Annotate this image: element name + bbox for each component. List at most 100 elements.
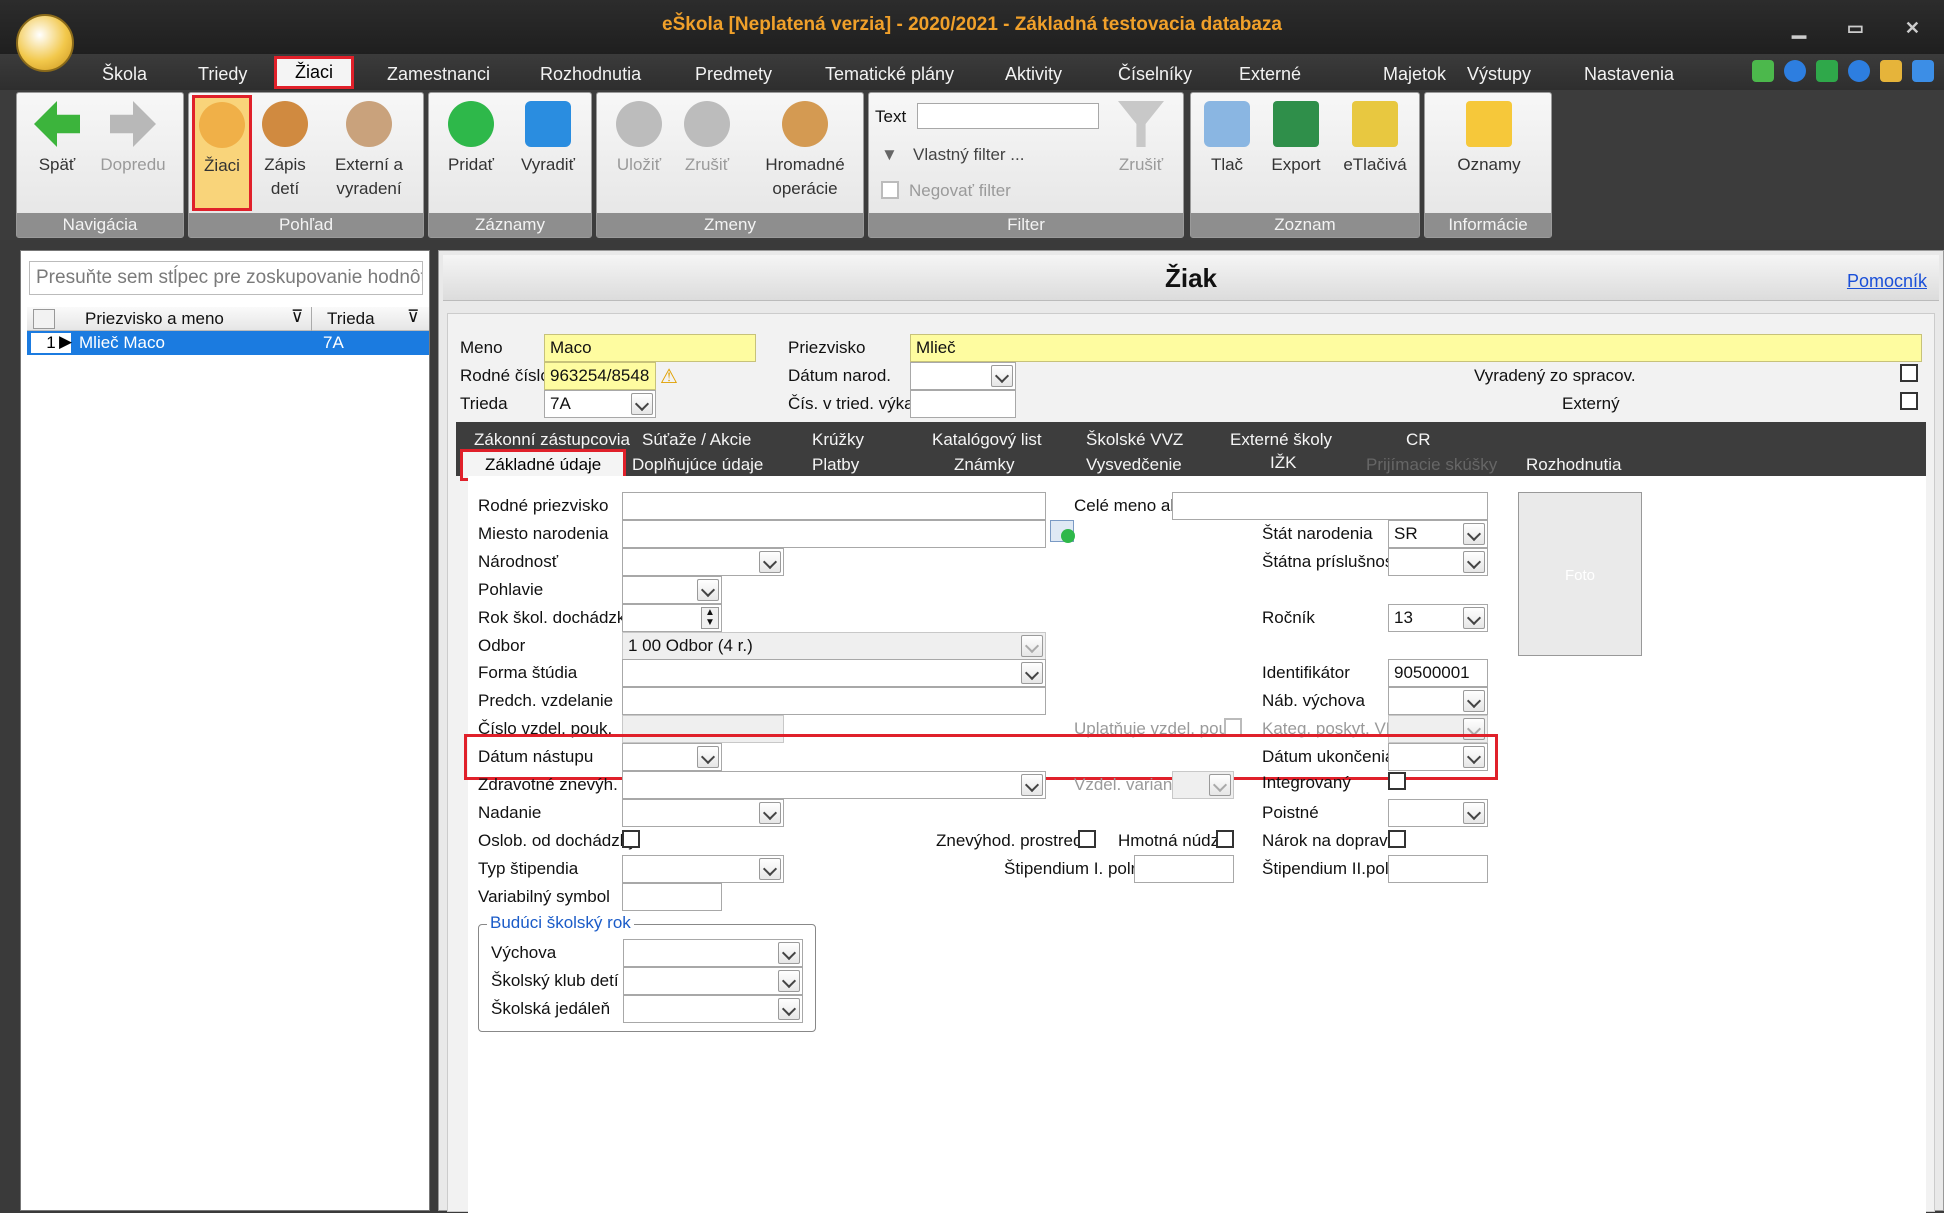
chevron-down-icon[interactable] bbox=[1463, 551, 1485, 573]
settings-icon[interactable] bbox=[1912, 60, 1934, 82]
menu-aktivity[interactable]: Aktivity bbox=[995, 60, 1072, 89]
tab-doplnujuce-udaje[interactable]: Doplňujúce údaje bbox=[632, 455, 763, 475]
nab-vychova-field[interactable] bbox=[1388, 687, 1488, 715]
externy-checkbox[interactable] bbox=[1900, 392, 1918, 410]
chevron-down-icon[interactable] bbox=[778, 970, 800, 992]
filter-text-input[interactable] bbox=[917, 103, 1099, 129]
add-place-icon[interactable] bbox=[1050, 520, 1075, 543]
chevron-down-icon[interactable] bbox=[759, 802, 781, 824]
rodne-cislo-field[interactable]: 963254/8548 bbox=[544, 362, 656, 390]
rodne-priezvisko-field[interactable] bbox=[622, 492, 1046, 520]
col-header-name[interactable]: Priezvisko a meno bbox=[85, 309, 224, 329]
tab-rozhodnutia[interactable]: Rozhodnutia bbox=[1526, 455, 1621, 475]
eprint-button[interactable]: eTlačivá bbox=[1335, 97, 1415, 177]
menu-predmety[interactable]: Predmety bbox=[685, 60, 782, 89]
chevron-down-icon[interactable] bbox=[697, 579, 719, 601]
col-header-class[interactable]: Trieda bbox=[327, 309, 375, 329]
rok-skol-dochadzky-field[interactable]: ▲ ▼ bbox=[622, 604, 722, 632]
photo-placeholder[interactable]: Foto bbox=[1518, 492, 1642, 656]
datum-nastupu-field[interactable] bbox=[622, 743, 722, 771]
export-button[interactable]: Export bbox=[1261, 97, 1331, 177]
identifikator-field[interactable]: 90500001 bbox=[1388, 659, 1488, 687]
hmotna-nudza-checkbox[interactable] bbox=[1216, 830, 1234, 848]
menu-zamestnanci[interactable]: Zamestnanci bbox=[377, 60, 500, 89]
menu-skola[interactable]: Škola bbox=[92, 60, 157, 89]
stipendium-1-field[interactable] bbox=[1134, 855, 1234, 883]
zdravotne-znevyh-field[interactable] bbox=[622, 771, 1046, 799]
tab-izk[interactable]: IŽK bbox=[1270, 453, 1296, 473]
chevron-down-icon[interactable] bbox=[759, 551, 781, 573]
tab-kruzky[interactable]: Krúžky bbox=[812, 430, 864, 450]
info-icon[interactable] bbox=[1784, 60, 1806, 82]
skolska-jedalen-field[interactable] bbox=[623, 995, 803, 1023]
nadanie-field[interactable] bbox=[622, 799, 784, 827]
tab-platby[interactable]: Platby bbox=[812, 455, 859, 475]
print-button[interactable]: Tlač bbox=[1197, 97, 1257, 177]
tab-cr[interactable]: CR bbox=[1406, 430, 1431, 450]
datum-narod-field[interactable] bbox=[910, 362, 1016, 390]
skolsky-klub-field[interactable] bbox=[623, 967, 803, 995]
vyradeny-checkbox[interactable] bbox=[1900, 364, 1918, 382]
tab-katalogovy-list[interactable]: Katalógový list bbox=[932, 430, 1042, 450]
menu-triedy[interactable]: Triedy bbox=[188, 60, 257, 89]
znevyhod-prostredie-checkbox[interactable] bbox=[1078, 830, 1096, 848]
group-by-bar[interactable]: Presuňte sem stĺpec pre zoskupovanie hod… bbox=[29, 261, 423, 295]
ziaci-view-button[interactable]: Žiaci bbox=[192, 95, 252, 211]
stipendium-2-field[interactable] bbox=[1388, 855, 1488, 883]
datum-ukoncenia-field[interactable] bbox=[1388, 743, 1488, 771]
meno-field[interactable]: Maco bbox=[544, 334, 756, 362]
table-row[interactable]: 1 ▶ Mlieč Maco 7A bbox=[27, 331, 429, 355]
predch-vzdelanie-field[interactable] bbox=[622, 687, 1046, 715]
chevron-down-icon[interactable] bbox=[697, 746, 719, 768]
tab-sutaze-akcie[interactable]: Súťaže / Akcie bbox=[642, 430, 751, 450]
filter-cancel-button[interactable]: Zrušiť bbox=[1109, 97, 1173, 177]
rocnik-field[interactable]: 13 bbox=[1388, 604, 1488, 632]
tools-icon[interactable] bbox=[1880, 60, 1902, 82]
sigma-icon[interactable] bbox=[1816, 60, 1838, 82]
typ-stipendia-field[interactable] bbox=[622, 855, 784, 883]
menu-ziaci[interactable]: Žiaci bbox=[274, 56, 355, 89]
tab-znamky[interactable]: Známky bbox=[954, 455, 1014, 475]
bulk-operations-button[interactable]: Hromadné operácie bbox=[755, 97, 855, 201]
remove-button[interactable]: Vyradiť bbox=[513, 97, 583, 177]
menu-nastavenia[interactable]: Nastavenia bbox=[1574, 60, 1684, 89]
chevron-down-icon[interactable] bbox=[1021, 774, 1043, 796]
chevron-down-icon[interactable] bbox=[759, 858, 781, 880]
forward-button[interactable]: Dopredu bbox=[93, 97, 173, 177]
chevron-down-icon[interactable] bbox=[1463, 523, 1485, 545]
menu-ciselniky[interactable]: Číselníky bbox=[1108, 60, 1202, 89]
app-logo-icon[interactable] bbox=[16, 14, 74, 72]
menu-externe[interactable]: Externé bbox=[1229, 60, 1311, 89]
negate-filter-checkbox[interactable] bbox=[881, 181, 899, 199]
refresh-icon[interactable] bbox=[1752, 60, 1774, 82]
stat-narodenia-field[interactable]: SR bbox=[1388, 520, 1488, 548]
chevron-down-icon[interactable] bbox=[1463, 690, 1485, 712]
zapis-deti-button[interactable]: Zápis detí bbox=[257, 97, 313, 201]
column-chooser-icon[interactable] bbox=[33, 309, 55, 329]
chevron-down-icon[interactable] bbox=[991, 365, 1013, 387]
help-link[interactable]: Pomocník bbox=[1847, 271, 1927, 292]
save-button[interactable]: Uložiť bbox=[607, 97, 671, 177]
chevron-down-icon[interactable] bbox=[1463, 746, 1485, 768]
spinner-icon[interactable]: ▲ ▼ bbox=[701, 607, 719, 629]
menu-rozhodnutia[interactable]: Rozhodnutia bbox=[530, 60, 651, 89]
cancel-button[interactable]: Zrušiť bbox=[675, 97, 739, 177]
statna-prislusnost-field[interactable] bbox=[1388, 548, 1488, 576]
chevron-down-icon[interactable] bbox=[1463, 802, 1485, 824]
narok-na-dopravne-checkbox[interactable] bbox=[1388, 830, 1406, 848]
chevron-down-icon[interactable] bbox=[778, 998, 800, 1020]
chevron-down-icon[interactable] bbox=[1021, 662, 1043, 684]
tab-skolske-vvz[interactable]: Školské VVZ bbox=[1086, 430, 1183, 450]
pohlavie-field[interactable] bbox=[622, 576, 722, 604]
externi-vyradeni-button[interactable]: Externí a vyradení bbox=[321, 97, 417, 201]
tab-vysvedcenie[interactable]: Vysvedčenie bbox=[1086, 455, 1182, 475]
help-icon[interactable] bbox=[1848, 60, 1870, 82]
tab-externe-skoly[interactable]: Externé školy bbox=[1230, 430, 1332, 450]
tab-zakonni-zastupcovia[interactable]: Zákonní zástupcovia bbox=[474, 430, 630, 450]
trieda-field[interactable]: 7A bbox=[544, 390, 656, 418]
integrovany-checkbox[interactable] bbox=[1388, 772, 1406, 790]
chevron-down-icon[interactable] bbox=[778, 942, 800, 964]
filter-icon-class[interactable]: ⊽ bbox=[407, 307, 419, 327]
priezvisko-field[interactable]: Mlieč bbox=[910, 334, 1922, 362]
poistne-field[interactable] bbox=[1388, 799, 1488, 827]
